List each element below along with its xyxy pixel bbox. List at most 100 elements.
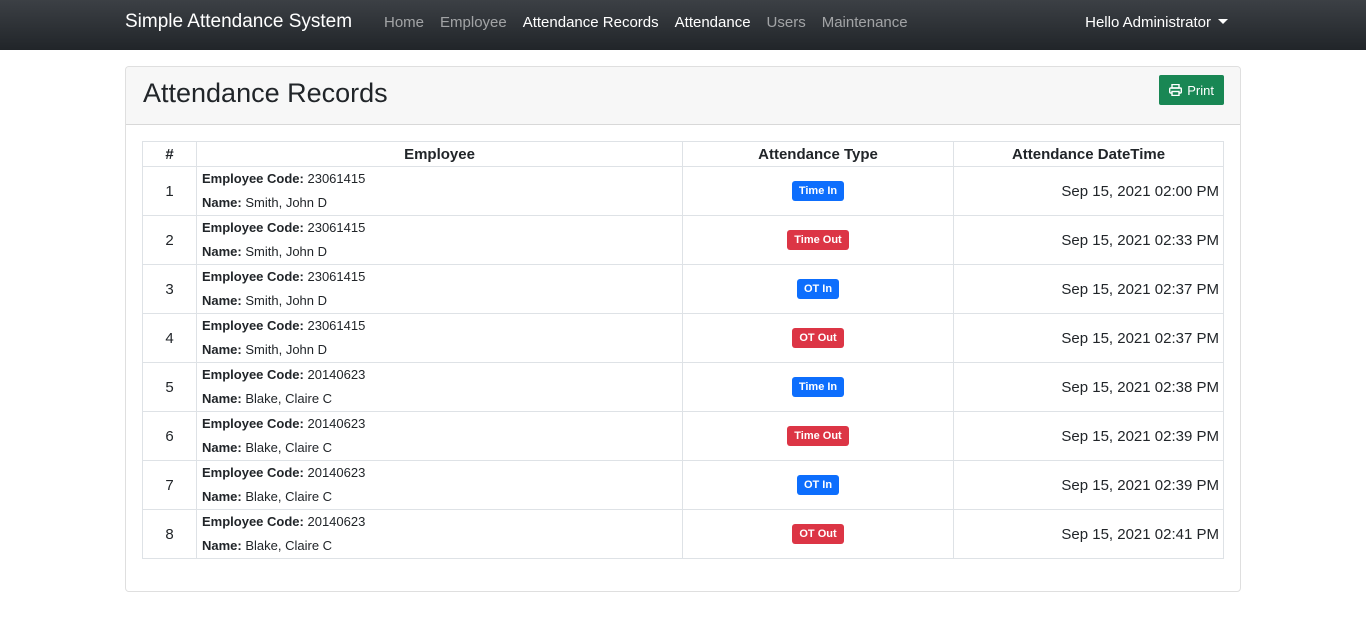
employee-name-label: Name: (202, 293, 242, 308)
table-row: 8 Employee Code: 20140623 Name: Blake, C… (142, 509, 1224, 559)
employee-name-line: Name: Blake, Claire C (202, 387, 682, 411)
attendance-type-badge: OT Out (792, 524, 844, 544)
table-row: 6 Employee Code: 20140623 Name: Blake, C… (142, 411, 1224, 461)
employee-code: 23061415 (307, 318, 366, 333)
employee-name-line: Name: Blake, Claire C (202, 436, 682, 460)
employee-cell: Employee Code: 20140623 Name: Blake, Cla… (196, 411, 683, 461)
employee-name: Blake, Claire C (245, 489, 333, 504)
attendance-type-badge: OT In (796, 279, 840, 299)
col-attendance-datetime[interactable]: Attendance DateTime (953, 141, 1224, 167)
attendance-type-cell: Time Out (682, 411, 954, 461)
employee-code: 23061415 (307, 269, 366, 284)
attendance-records-card: Attendance Records Print # Employee Atte… (125, 66, 1241, 592)
employee-name-line: Name: Smith, John D (202, 289, 682, 313)
attendance-type-cell: Time Out (682, 215, 954, 265)
employee-name-label: Name: (202, 489, 242, 504)
attendance-type-cell: OT Out (682, 313, 954, 363)
employee-name-line: Name: Smith, John D (202, 338, 682, 362)
employee-code: 20140623 (307, 514, 366, 529)
employee-code-line: Employee Code: 20140623 (202, 363, 682, 387)
attendance-table: # Employee Attendance Type Attendance Da… (142, 141, 1224, 559)
attendance-datetime: Sep 15, 2021 02:37 PM (953, 313, 1224, 363)
attendance-datetime: Sep 15, 2021 02:38 PM (953, 362, 1224, 412)
employee-code-label: Employee Code: (202, 367, 304, 382)
employee-code-line: Employee Code: 23061415 (202, 314, 682, 338)
user-menu-dropdown[interactable]: Hello Administrator (1085, 14, 1228, 31)
employee-cell: Employee Code: 23061415 Name: Smith, Joh… (196, 166, 683, 216)
col-attendance-type[interactable]: Attendance Type (682, 141, 954, 167)
employee-code-label: Employee Code: (202, 220, 304, 235)
employee-name: Blake, Claire C (245, 538, 333, 553)
table-row: 1 Employee Code: 23061415 Name: Smith, J… (142, 166, 1224, 216)
attendance-datetime: Sep 15, 2021 02:33 PM (953, 215, 1224, 265)
employee-code-line: Employee Code: 20140623 (202, 412, 682, 436)
employee-name-label: Name: (202, 440, 242, 455)
table-row: 4 Employee Code: 23061415 Name: Smith, J… (142, 313, 1224, 363)
employee-code: 23061415 (307, 171, 366, 186)
row-number: 6 (142, 411, 197, 461)
employee-name: Smith, John D (245, 342, 328, 357)
employee-code-label: Employee Code: (202, 171, 304, 186)
employee-code: 20140623 (307, 416, 366, 431)
table-row: 5 Employee Code: 20140623 Name: Blake, C… (142, 362, 1224, 412)
employee-name-line: Name: Blake, Claire C (202, 534, 682, 558)
nav-attendance-records[interactable]: Attendance Records (523, 14, 659, 31)
employee-cell: Employee Code: 23061415 Name: Smith, Joh… (196, 215, 683, 265)
attendance-datetime: Sep 15, 2021 02:41 PM (953, 509, 1224, 559)
employee-name-label: Name: (202, 391, 242, 406)
employee-code-line: Employee Code: 23061415 (202, 216, 682, 240)
nav-users[interactable]: Users (767, 14, 806, 31)
col-employee[interactable]: Employee (196, 141, 683, 167)
attendance-datetime: Sep 15, 2021 02:00 PM (953, 166, 1224, 216)
employee-name: Smith, John D (245, 293, 328, 308)
top-navbar: Simple Attendance System Home Employee A… (0, 0, 1366, 50)
col-number[interactable]: # (142, 141, 197, 167)
print-button[interactable]: Print (1159, 75, 1224, 105)
employee-name-label: Name: (202, 244, 242, 259)
brand-title[interactable]: Simple Attendance System (125, 11, 352, 33)
attendance-type-cell: OT Out (682, 509, 954, 559)
employee-name-label: Name: (202, 538, 242, 553)
row-number: 5 (142, 362, 197, 412)
nav-employee[interactable]: Employee (440, 14, 507, 31)
employee-cell: Employee Code: 20140623 Name: Blake, Cla… (196, 509, 683, 559)
table-header-row: # Employee Attendance Type Attendance Da… (142, 141, 1224, 167)
caret-down-icon (1218, 19, 1228, 24)
nav-home[interactable]: Home (384, 14, 424, 31)
employee-name-line: Name: Smith, John D (202, 240, 682, 264)
employee-code-label: Employee Code: (202, 318, 304, 333)
print-label: Print (1187, 82, 1214, 98)
employee-cell: Employee Code: 23061415 Name: Smith, Joh… (196, 313, 683, 363)
employee-name: Blake, Claire C (245, 391, 333, 406)
employee-name: Smith, John D (245, 244, 328, 259)
page-title: Attendance Records (143, 78, 388, 108)
employee-code-line: Employee Code: 20140623 (202, 510, 682, 534)
employee-code-label: Employee Code: (202, 416, 304, 431)
attendance-type-badge: Time Out (787, 426, 849, 446)
employee-code: 20140623 (307, 465, 366, 480)
row-number: 7 (142, 460, 197, 510)
employee-code-line: Employee Code: 23061415 (202, 265, 682, 289)
employee-name-line: Name: Smith, John D (202, 191, 682, 215)
attendance-type-badge: OT In (796, 475, 840, 495)
row-number: 8 (142, 509, 197, 559)
employee-cell: Employee Code: 20140623 Name: Blake, Cla… (196, 460, 683, 510)
attendance-datetime: Sep 15, 2021 02:39 PM (953, 411, 1224, 461)
row-number: 1 (142, 166, 197, 216)
employee-name-label: Name: (202, 195, 242, 210)
employee-cell: Employee Code: 20140623 Name: Blake, Cla… (196, 362, 683, 412)
attendance-type-cell: Time In (682, 362, 954, 412)
employee-name: Smith, John D (245, 195, 328, 210)
nav-attendance[interactable]: Attendance (675, 14, 751, 31)
employee-code-label: Employee Code: (202, 514, 304, 529)
attendance-datetime: Sep 15, 2021 02:39 PM (953, 460, 1224, 510)
table-row: 7 Employee Code: 20140623 Name: Blake, C… (142, 460, 1224, 510)
card-header: Attendance Records Print (126, 67, 1240, 125)
employee-name: Blake, Claire C (245, 440, 333, 455)
employee-name-label: Name: (202, 342, 242, 357)
nav-maintenance[interactable]: Maintenance (822, 14, 908, 31)
employee-code-line: Employee Code: 23061415 (202, 167, 682, 191)
main-nav: Home Employee Attendance Records Attenda… (384, 14, 908, 31)
table-body: 1 Employee Code: 23061415 Name: Smith, J… (142, 166, 1224, 559)
employee-code-label: Employee Code: (202, 465, 304, 480)
